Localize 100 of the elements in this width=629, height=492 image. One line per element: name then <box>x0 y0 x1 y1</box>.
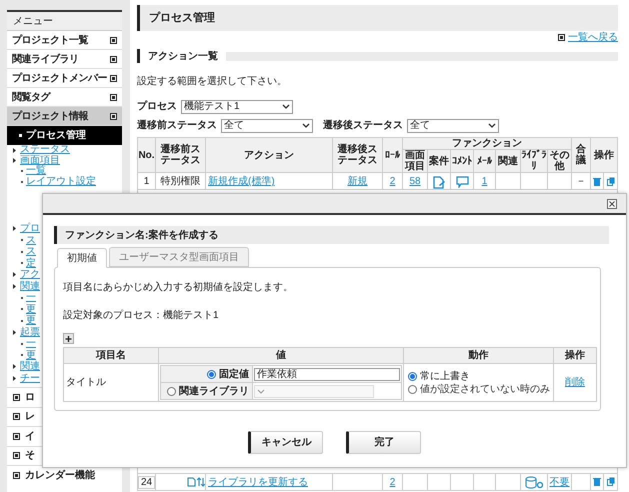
menu-header: メニュー <box>7 12 122 31</box>
add-button[interactable]: + <box>63 333 74 344</box>
filter-label: プロセス <box>137 99 177 114</box>
filter-dropdown[interactable]: 全て <box>407 118 499 132</box>
chevron-down-icon <box>488 123 496 128</box>
menu-sublink[interactable]: 更 <box>26 315 36 326</box>
mode-radio[interactable]: 常に上書き <box>408 370 470 382</box>
menu-item[interactable]: プロジェクトメンバー <box>7 69 122 88</box>
dialog-button[interactable]: 完了 <box>346 431 421 454</box>
menu-sublink[interactable]: レイアウト設定 <box>26 176 96 187</box>
square-bullet-icon <box>13 452 20 460</box>
column-header: ﾛｰﾙ <box>382 138 402 172</box>
menu-item-label: プロジェクトメンバー <box>12 71 107 86</box>
radio-selected-icon <box>408 372 417 380</box>
triangle-icon <box>13 272 16 278</box>
menu-sublink[interactable]: 更 <box>26 304 36 315</box>
filter-dropdown[interactable]: 機能テスト1 <box>181 100 293 114</box>
tab[interactable]: ユーザーマスタ型画面項目 <box>109 247 249 267</box>
source-radio[interactable]: 固定値 <box>161 366 252 382</box>
radio-selected-icon <box>207 370 216 378</box>
mode-radio[interactable]: 値が設定されていない時のみ <box>408 382 550 396</box>
chevron-down-icon <box>257 388 265 394</box>
menu-link[interactable]: 関連 <box>20 280 40 292</box>
back-link[interactable]: 一覧へ戻る <box>568 30 618 44</box>
close-button[interactable] <box>607 198 617 208</box>
square-bullet-icon <box>558 34 566 40</box>
sort-arrows-icon <box>197 477 205 487</box>
delete-link[interactable]: 削除 <box>565 377 585 388</box>
column-header: 動作 <box>404 348 554 364</box>
mail-link[interactable]: 1 <box>482 176 488 187</box>
square-bullet-icon <box>110 36 117 44</box>
column-header: 画面項目 <box>402 150 428 172</box>
triangle-icon <box>13 284 16 289</box>
source-radio[interactable]: 関連ライブラリ <box>161 384 252 398</box>
triangle-icon <box>13 226 16 232</box>
column-header: ﾗｲﾌﾞﾗﾘ <box>520 150 548 172</box>
menu-section[interactable]: ロ <box>25 390 35 405</box>
column-header: 値 <box>158 348 404 364</box>
tab[interactable]: 初期値 <box>57 248 107 268</box>
menu-link[interactable]: ステータス <box>20 145 70 156</box>
value-input[interactable]: 作業依頼 <box>254 368 400 380</box>
chevron-down-icon <box>282 104 290 109</box>
menu-sublink[interactable]: 一 <box>26 292 36 304</box>
dialog-button[interactable]: キャンセル <box>248 431 323 454</box>
page-title: プロセス管理 <box>137 5 618 31</box>
menu-link[interactable]: チー <box>20 372 40 384</box>
instruction-text: 設定する範囲を選択して下さい。 <box>137 74 288 89</box>
description-text: 項目名にあらかじめ入力する初期値を設定します。 <box>63 280 294 295</box>
trash-icon <box>593 477 602 486</box>
menu-section[interactable]: イ <box>25 428 35 444</box>
menu-item[interactable]: 関連ライブラリ <box>7 50 122 69</box>
menu-sublink[interactable]: 更 <box>26 350 36 361</box>
menu-item-label: プロジェクト一覧 <box>12 33 88 48</box>
menu-item[interactable]: プロジェクト情報 <box>7 107 122 126</box>
column-header: No. <box>138 138 156 172</box>
square-bullet-icon <box>110 94 117 100</box>
menu-section[interactable]: カレンダー機能 <box>25 468 95 483</box>
column-header: アクション <box>206 138 332 172</box>
column-header: ｺﾒﾝﾄ <box>450 150 474 172</box>
menu-sublink[interactable]: ス <box>26 234 36 246</box>
column-header: ファンクション <box>402 138 572 150</box>
edit-document-icon <box>432 176 446 189</box>
menu-section[interactable]: そ <box>25 448 35 464</box>
dialog-heading: ファンクション名:案件を作成する <box>65 228 218 242</box>
close-icon <box>607 198 617 208</box>
menu-sublink[interactable]: 一覧 <box>26 166 46 176</box>
trash-icon <box>593 176 602 186</box>
column-header: 遷移後ステータス <box>332 138 382 172</box>
square-bullet-icon <box>110 74 117 82</box>
menu-sublink[interactable]: 定 <box>26 258 36 269</box>
column-header: 関連 <box>496 150 520 172</box>
speech-bubble-icon <box>456 176 468 188</box>
menu-link[interactable]: 画面項目 <box>20 156 60 166</box>
column-header: ﾒｰﾙ <box>474 150 496 172</box>
square-bullet-icon <box>13 432 20 440</box>
radio-icon <box>167 386 176 396</box>
menu-sublink[interactable]: ス <box>26 246 36 258</box>
menu-item[interactable]: プロジェクト一覧 <box>7 31 122 50</box>
menu-link[interactable]: アク <box>20 269 40 280</box>
active-menu-item[interactable]: プロセス管理 <box>7 126 122 145</box>
menu-item-label: 閲覧タグ <box>12 90 50 104</box>
database-icon <box>525 476 543 488</box>
menu-link[interactable]: 関連 <box>20 361 40 372</box>
filter-dropdown[interactable]: 全て <box>221 118 313 132</box>
square-bullet-icon <box>13 472 20 479</box>
column-header: 案件 <box>428 150 450 172</box>
menu-section[interactable]: レ <box>25 409 35 424</box>
column-header: 合議 <box>572 138 591 172</box>
menu-item-label: プロジェクト情報 <box>12 109 88 124</box>
menu-sublink[interactable]: 一 <box>26 338 36 350</box>
triangle-icon <box>13 364 16 370</box>
column-header: 項目名 <box>64 348 158 364</box>
row-number: 24 <box>138 476 156 488</box>
square-bullet-icon <box>110 112 117 120</box>
menu-link[interactable]: プロ <box>20 223 40 234</box>
role-link[interactable]: 2 <box>390 476 396 488</box>
section-title: アクション一覧 <box>148 50 218 64</box>
menu-link[interactable]: 起票 <box>20 326 40 338</box>
role-link[interactable]: 2 <box>390 176 396 187</box>
column-header: 操作 <box>590 138 618 172</box>
